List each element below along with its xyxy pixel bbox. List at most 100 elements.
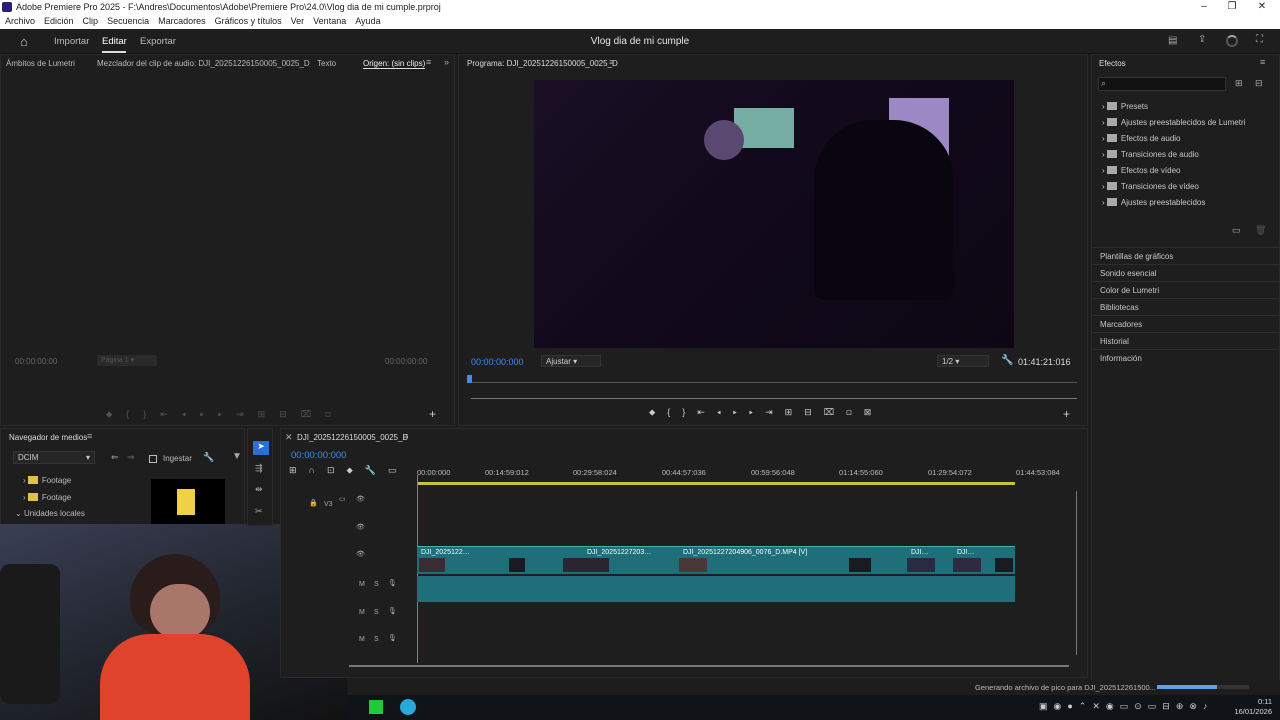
track-solo-label[interactable]: S: [374, 609, 379, 616]
panel-libraries[interactable]: Bibliotecas: [1092, 298, 1279, 315]
timeline-horizontal-scrollbar[interactable]: [349, 665, 1069, 667]
app-k-icon[interactable]: [369, 700, 383, 714]
location-select[interactable]: DCIM ▾: [13, 451, 95, 464]
tree-item-footage[interactable]: › Footage: [23, 476, 71, 485]
maximize-icon[interactable]: ❐: [1218, 0, 1246, 14]
wrench-icon[interactable]: 🔧: [203, 452, 214, 463]
effects-item-presets[interactable]: › Presets: [1102, 99, 1277, 115]
source-transport-controls[interactable]: ⬥{}⇤◂▸▸⇥⊞⊟⌧⊡: [106, 409, 345, 420]
sync-lock-icon[interactable]: ▭: [339, 495, 346, 503]
timeline-vertical-scrollbar[interactable]: [1076, 491, 1077, 655]
mic-icon[interactable]: 🎙: [388, 607, 397, 615]
track-mute-label[interactable]: M: [359, 609, 365, 616]
sequence-menu-icon[interactable]: ≡: [403, 431, 408, 441]
panel-info[interactable]: Información: [1092, 349, 1279, 366]
edit-tab[interactable]: Editar: [102, 36, 127, 47]
tab-lumetri-scopes[interactable]: Ámbitos de Lumetri: [6, 59, 75, 68]
close-icon[interactable]: ✕: [1248, 0, 1276, 14]
timeline-tool-buttons[interactable]: ⊞∩⊡⬥🔧▭: [289, 465, 409, 479]
filter-icon[interactable]: ▼: [232, 451, 242, 462]
resolution-select[interactable]: 1/2 ▾: [937, 355, 989, 367]
menu-secuencia[interactable]: Secuencia: [107, 16, 149, 26]
effects-search-input[interactable]: [1098, 77, 1226, 91]
effects-item-video-transitions[interactable]: › Transiciones de vídeo: [1102, 179, 1277, 195]
timeline-timecode[interactable]: 00:00:00:000: [291, 450, 346, 461]
program-playhead[interactable]: [467, 375, 472, 383]
forward-arrow-icon[interactable]: ⇒: [127, 452, 135, 463]
menu-clip[interactable]: Clip: [83, 16, 99, 26]
tree-item-footage-2[interactable]: › Footage: [23, 493, 71, 502]
tab-text[interactable]: Texto: [317, 59, 336, 68]
menu-graficos[interactable]: Gráficos y títulos: [215, 16, 282, 26]
folder-thumbnail[interactable]: [151, 479, 225, 525]
settings-wrench-icon[interactable]: 🔧: [1001, 355, 1013, 366]
menu-ventana[interactable]: Ventana: [313, 16, 346, 26]
track-select-tool-icon[interactable]: ⇶: [255, 463, 263, 474]
mic-icon[interactable]: 🎙: [388, 634, 397, 642]
panel-graphics-templates[interactable]: Plantillas de gráficos: [1092, 247, 1279, 264]
media-browser-menu-icon[interactable]: ≡: [87, 431, 92, 441]
eye-icon[interactable]: 👁: [356, 495, 365, 503]
panel-menu-icon[interactable]: ≡: [426, 57, 431, 67]
tab-audio-clip-mixer[interactable]: Mezclador del clip de audio: DJI_2025122…: [97, 59, 310, 68]
effects-menu-icon[interactable]: ≡: [1260, 57, 1265, 67]
ingest-checkbox[interactable]: [149, 455, 157, 463]
zoom-select[interactable]: Ajustar ▾: [541, 355, 601, 367]
track-solo-label[interactable]: S: [374, 581, 379, 588]
effects-item-audio-transitions[interactable]: › Transiciones de audio: [1102, 147, 1277, 163]
panel-history[interactable]: Historial: [1092, 332, 1279, 349]
work-area-bar[interactable]: [417, 482, 1015, 485]
new-bin-icon[interactable]: ▭: [1232, 225, 1241, 236]
export-tab[interactable]: Exportar: [140, 36, 176, 47]
track-mute-label[interactable]: M: [359, 581, 365, 588]
menu-archivo[interactable]: Archivo: [5, 16, 35, 26]
menu-edicion[interactable]: Edición: [44, 16, 74, 26]
accelerated-effects-icon[interactable]: ⊞: [1235, 78, 1243, 89]
program-timecode[interactable]: 00:00:00:000: [471, 357, 524, 367]
menu-ver[interactable]: Ver: [291, 16, 305, 26]
program-add-button-icon[interactable]: +: [1063, 407, 1070, 421]
eye-icon[interactable]: 👁: [356, 523, 365, 531]
app-circle-icon[interactable]: [400, 699, 416, 715]
panel-essential-sound[interactable]: Sonido esencial: [1092, 264, 1279, 281]
program-transport-controls[interactable]: ⬥{}⇤◂▸▸⇥⊞⊟⌧⊡⊠: [649, 407, 883, 418]
effects-item-presets-2[interactable]: › Ajustes preestablecidos: [1102, 195, 1277, 211]
razor-tool-icon[interactable]: ✂: [255, 506, 263, 517]
share-icon[interactable]: ⇪: [1198, 34, 1206, 45]
mic-icon[interactable]: 🎙: [388, 579, 397, 587]
panel-markers[interactable]: Marcadores: [1092, 315, 1279, 332]
close-sequence-icon[interactable]: ✕: [285, 432, 293, 443]
minimize-icon[interactable]: –: [1190, 0, 1218, 14]
effects-item-audio-effects[interactable]: › Efectos de audio: [1102, 131, 1277, 147]
selection-tool-icon[interactable]: ➤: [253, 441, 269, 455]
expand-tabs-icon[interactable]: »: [444, 57, 449, 67]
sequence-tab[interactable]: DJI_20251226150005_0025_D: [297, 433, 408, 442]
delete-icon[interactable]: 🗑: [1255, 225, 1266, 236]
tree-item-local-drives[interactable]: ⌄ Unidades locales: [15, 509, 85, 518]
audio-clip-track[interactable]: [417, 576, 1015, 602]
yuv-effects-icon[interactable]: ⊟: [1255, 78, 1263, 89]
track-mute-label[interactable]: M: [359, 636, 365, 643]
back-arrow-icon[interactable]: ⇐: [111, 452, 119, 463]
fullscreen-icon[interactable]: ⛶: [1256, 34, 1263, 45]
video-clip-track[interactable]: DJI_2025122… DJI_20251227203… DJI_202512…: [417, 546, 1015, 574]
panel-lumetri-color[interactable]: Color de Lumetri: [1092, 281, 1279, 298]
effects-item-lumetri[interactable]: › Ajustes preestablecidos de Lumetri: [1102, 115, 1277, 131]
lock-icon[interactable]: 🔒: [309, 499, 318, 507]
add-button-icon[interactable]: +: [429, 407, 436, 421]
effects-item-video-effects[interactable]: › Efectos de vídeo: [1102, 163, 1277, 179]
workspace-icon[interactable]: ▤: [1168, 35, 1177, 46]
program-ruler[interactable]: [469, 382, 1077, 383]
menu-ayuda[interactable]: Ayuda: [355, 16, 380, 26]
import-tab[interactable]: Importar: [54, 36, 89, 47]
system-tray-icons[interactable]: ▣◉●⌃✕◉▭⊙▭⊟⊕⊗♪: [1039, 701, 1213, 712]
eye-icon[interactable]: 👁: [356, 550, 365, 558]
track-solo-label[interactable]: S: [374, 636, 379, 643]
page-select[interactable]: Página 1 ▾: [97, 355, 157, 366]
program-menu-icon[interactable]: ≡: [609, 57, 614, 67]
home-icon[interactable]: ⌂: [20, 34, 28, 49]
program-scrollbar[interactable]: [471, 398, 1077, 399]
tab-source[interactable]: Origen: (sin clips): [363, 59, 426, 69]
ripple-edit-tool-icon[interactable]: ⇹: [255, 484, 263, 495]
menu-marcadores[interactable]: Marcadores: [158, 16, 206, 26]
